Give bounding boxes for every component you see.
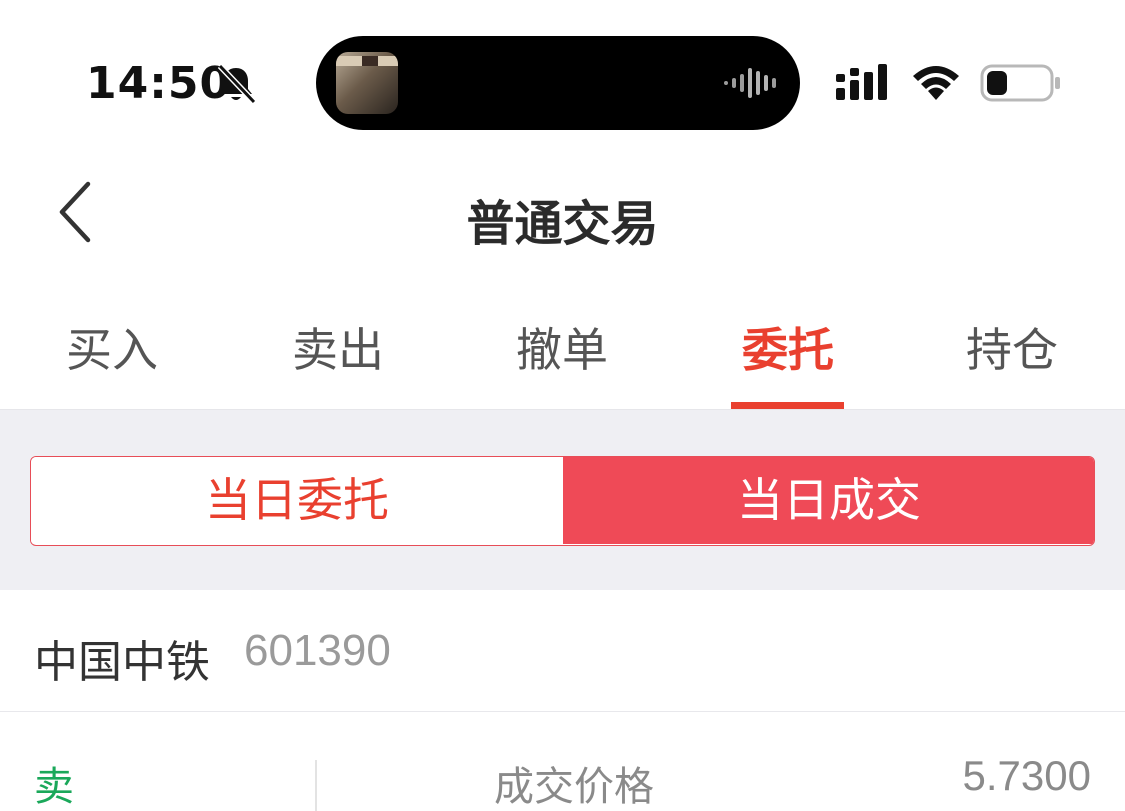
stock-header[interactable]: 中国中铁 601390	[0, 590, 1125, 712]
segment-today-orders[interactable]: 当日委托	[31, 457, 563, 544]
status-bar: 14:50	[0, 0, 1125, 150]
price-value: 5.7300	[962, 752, 1091, 799]
tab-sell[interactable]: 卖出	[258, 314, 418, 380]
trade-side-label: 卖	[34, 764, 74, 810]
tab-cancel[interactable]: 撤单	[482, 314, 642, 380]
tab-orders[interactable]: 委托	[708, 314, 868, 380]
column-divider	[315, 760, 317, 811]
cellular-signal-icon	[836, 64, 887, 100]
wifi-icon	[913, 66, 959, 100]
page-title: 普通交易	[466, 196, 659, 252]
album-art-thumbnail[interactable]	[336, 52, 398, 114]
active-tab-indicator	[731, 402, 844, 409]
bell-slash-icon	[217, 63, 257, 105]
order-segment-control: 当日委托 当日成交	[30, 456, 1095, 546]
trade-detail-row: 卖 成交价格 5.7300	[0, 712, 1125, 811]
segment-band: 当日委托 当日成交	[0, 410, 1125, 590]
trade-tab-bar: 买入 卖出 撤单 委托 持仓	[0, 280, 1125, 410]
tab-buy[interactable]: 买入	[32, 314, 192, 380]
status-time: 14:50	[86, 58, 232, 109]
segment-today-trades[interactable]: 当日成交	[563, 457, 1094, 544]
stock-name: 中国中铁	[34, 637, 210, 688]
audio-wave-icon	[724, 68, 776, 98]
price-label: 成交价格	[494, 764, 654, 810]
battery-icon	[980, 64, 1060, 102]
tab-positions[interactable]: 持仓	[932, 314, 1092, 380]
stock-code: 601390	[244, 626, 391, 675]
nav-bar: 普通交易	[0, 150, 1125, 280]
